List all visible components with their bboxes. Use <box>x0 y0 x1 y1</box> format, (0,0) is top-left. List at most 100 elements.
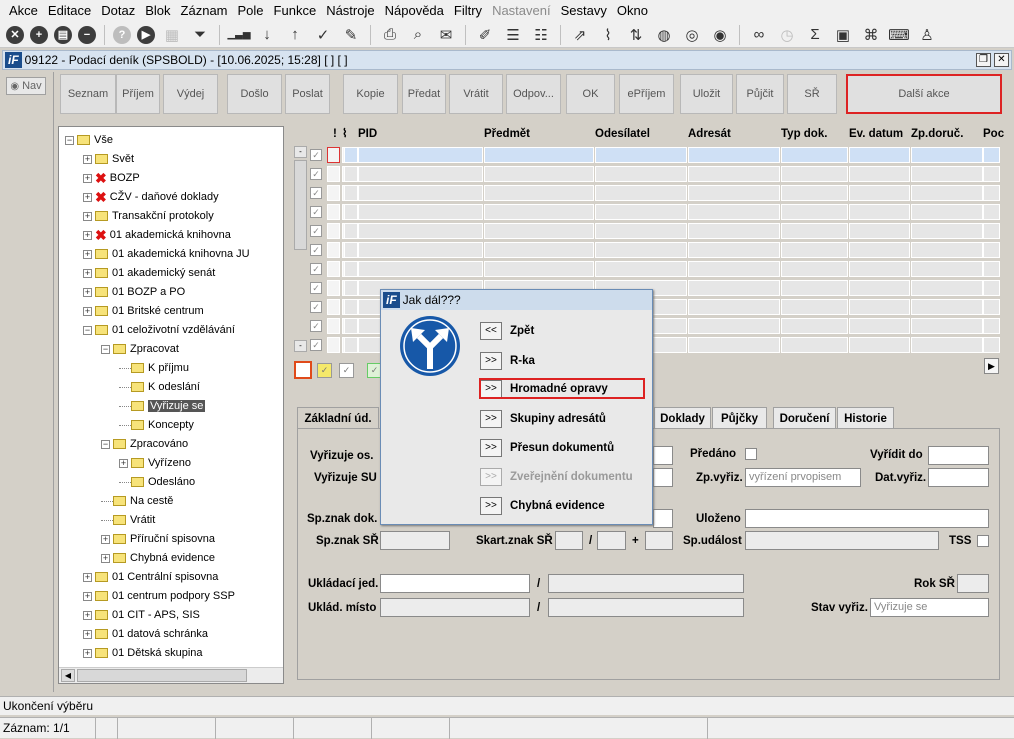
table-row[interactable]: ✓ <box>308 260 1000 278</box>
collapse-icon[interactable]: − <box>83 325 92 335</box>
menu-10[interactable]: Nastavení <box>487 0 556 22</box>
action-button-3[interactable]: Došlo <box>227 74 282 114</box>
menu-1[interactable]: Editace <box>43 0 96 22</box>
tree-node[interactable]: Na cestě <box>101 492 173 510</box>
row-checkbox[interactable]: ✓ <box>310 206 322 218</box>
tree-node[interactable]: K odeslání <box>119 378 200 396</box>
table-row[interactable]: ✓ <box>308 241 1000 259</box>
tree-node[interactable]: +01 centrum podpory SSP <box>83 587 235 605</box>
tree-node[interactable]: Odesláno <box>119 473 195 491</box>
menu-12[interactable]: Okno <box>612 0 653 22</box>
tree-node[interactable]: +01 Britské centrum <box>83 302 204 320</box>
table-row[interactable]: ✓ <box>308 184 1000 202</box>
tree-node[interactable]: +01 BOZP a PO <box>83 283 185 301</box>
sp-znak-sr-input[interactable] <box>380 531 450 550</box>
tree-node[interactable]: + Chybná evidence <box>101 549 215 567</box>
expand-icon[interactable]: + <box>83 591 92 601</box>
vyrizuje-os-field-tail[interactable] <box>653 446 673 465</box>
nav-button[interactable]: ◉ Nav <box>6 77 46 95</box>
tab-3[interactable]: Doručení <box>773 407 836 429</box>
check-icon[interactable]: ✓ <box>312 24 334 46</box>
eye-icon[interactable]: ◉ <box>709 24 731 46</box>
tree-horizontal-scrollbar[interactable]: ◀ ▶ <box>59 667 283 683</box>
tree-node[interactable]: − Vše <box>65 131 113 149</box>
table-row[interactable]: ✓ <box>308 165 1000 183</box>
expand-icon[interactable]: + <box>83 572 92 582</box>
menu-3[interactable]: Blok <box>140 0 175 22</box>
close-icon[interactable]: ✕ <box>6 25 24 44</box>
footer-checkbox-white[interactable]: ✓ <box>339 363 354 378</box>
attach-icon[interactable]: ⌇ <box>597 24 619 46</box>
sort-asc-icon[interactable]: ↑ <box>284 24 306 46</box>
restore-icon[interactable]: ❐ <box>976 53 991 67</box>
action-button-0[interactable]: Seznam <box>60 74 116 114</box>
action-button-6[interactable]: Předat <box>402 74 446 114</box>
dialog-item-button[interactable]: << <box>480 322 502 340</box>
expand-icon[interactable]: + <box>83 173 92 183</box>
run-icon[interactable]: ▶ <box>137 25 155 44</box>
print-preview-icon[interactable]: ⌕ <box>407 24 429 46</box>
compass-icon[interactable]: ◎ <box>681 24 703 46</box>
keyboard-icon[interactable]: ⌨ <box>888 24 910 46</box>
action-button-12[interactable]: Půjčit <box>736 74 784 114</box>
tree-node[interactable]: +01 Centrální spisovna <box>83 568 218 586</box>
tab-1[interactable]: Doklady <box>654 407 711 429</box>
action-button-13[interactable]: SŘ <box>787 74 837 114</box>
row-checkbox[interactable]: ✓ <box>310 263 322 275</box>
action-button-8[interactable]: Odpov... <box>506 74 561 114</box>
expand-icon[interactable]: + <box>83 610 92 620</box>
grid-scroll-up-icon[interactable]: - <box>294 146 307 158</box>
row-checkbox[interactable]: ✓ <box>310 187 322 199</box>
scroll-left-icon[interactable]: ◀ <box>61 669 75 682</box>
row-checkbox[interactable]: ✓ <box>310 339 322 351</box>
zp-vyriz-input[interactable]: vyřízení prvopisem <box>745 468 861 487</box>
tree-node[interactable]: Vrátit <box>101 511 155 529</box>
list-icon[interactable]: ☰ <box>502 24 524 46</box>
tab-2[interactable]: Půjčky <box>712 407 767 429</box>
action-button-7[interactable]: Vrátit <box>449 74 503 114</box>
predano-checkbox[interactable] <box>745 448 757 460</box>
expand-icon[interactable]: + <box>83 154 92 164</box>
signpost-icon[interactable]: ⇅ <box>625 24 647 46</box>
calendar-icon[interactable]: ▦ <box>161 24 183 46</box>
edit-icon[interactable]: ✐ <box>474 24 496 46</box>
tree-node[interactable]: − Zpracovat <box>101 340 179 358</box>
grid-header[interactable]: Ev. datum <box>849 124 903 144</box>
close-window-icon[interactable]: ✕ <box>994 53 1009 67</box>
excel-icon[interactable]: ▣ <box>832 24 854 46</box>
add-icon[interactable]: + <box>30 25 48 44</box>
menu-11[interactable]: Sestavy <box>556 0 612 22</box>
collapse-icon[interactable]: − <box>101 439 110 449</box>
tree-node[interactable]: − Zpracováno <box>101 435 188 453</box>
expand-icon[interactable]: + <box>101 553 110 563</box>
dat-vyriz-input[interactable] <box>928 468 989 487</box>
expand-icon[interactable]: + <box>83 629 92 639</box>
expand-icon[interactable]: + <box>83 306 92 316</box>
rok-sr-input[interactable] <box>957 574 989 593</box>
menu-9[interactable]: Filtry <box>449 0 487 22</box>
filter-icon[interactable]: ⏷ <box>189 24 211 46</box>
signal-icon[interactable]: ▁▃▅ <box>227 24 250 46</box>
print-icon[interactable]: ⎙ <box>379 24 401 46</box>
row-checkbox[interactable]: ✓ <box>310 301 322 313</box>
uklad-misto-input[interactable] <box>380 598 530 617</box>
row-checkbox[interactable]: ✓ <box>310 320 322 332</box>
grid-scroll-right-icon[interactable]: ▶ <box>984 358 999 374</box>
tree-node[interactable]: Vyřizuje se <box>119 397 206 415</box>
mail-icon[interactable]: ✉ <box>435 24 457 46</box>
action-button-2[interactable]: Výdej <box>163 74 218 114</box>
menu-6[interactable]: Funkce <box>269 0 322 22</box>
grid-header[interactable]: Adresát <box>688 124 731 144</box>
remove-icon[interactable]: − <box>78 25 96 44</box>
grid-header[interactable]: ! <box>333 124 337 144</box>
expand-icon[interactable]: + <box>83 249 92 259</box>
grid-scroll-thumb[interactable] <box>294 160 307 250</box>
tree-node[interactable]: K příjmu <box>119 359 189 377</box>
row-checkbox[interactable]: ✓ <box>310 225 322 237</box>
table-row[interactable]: ✓ <box>308 146 1000 164</box>
tree-node[interactable]: + Transakční protokoly <box>83 207 214 225</box>
skart-znak-sr-input[interactable] <box>555 531 583 550</box>
save-icon[interactable]: ▤ <box>54 25 72 44</box>
dialog-item-button[interactable]: >> <box>480 439 502 457</box>
grid-header[interactable]: PID <box>358 124 377 144</box>
